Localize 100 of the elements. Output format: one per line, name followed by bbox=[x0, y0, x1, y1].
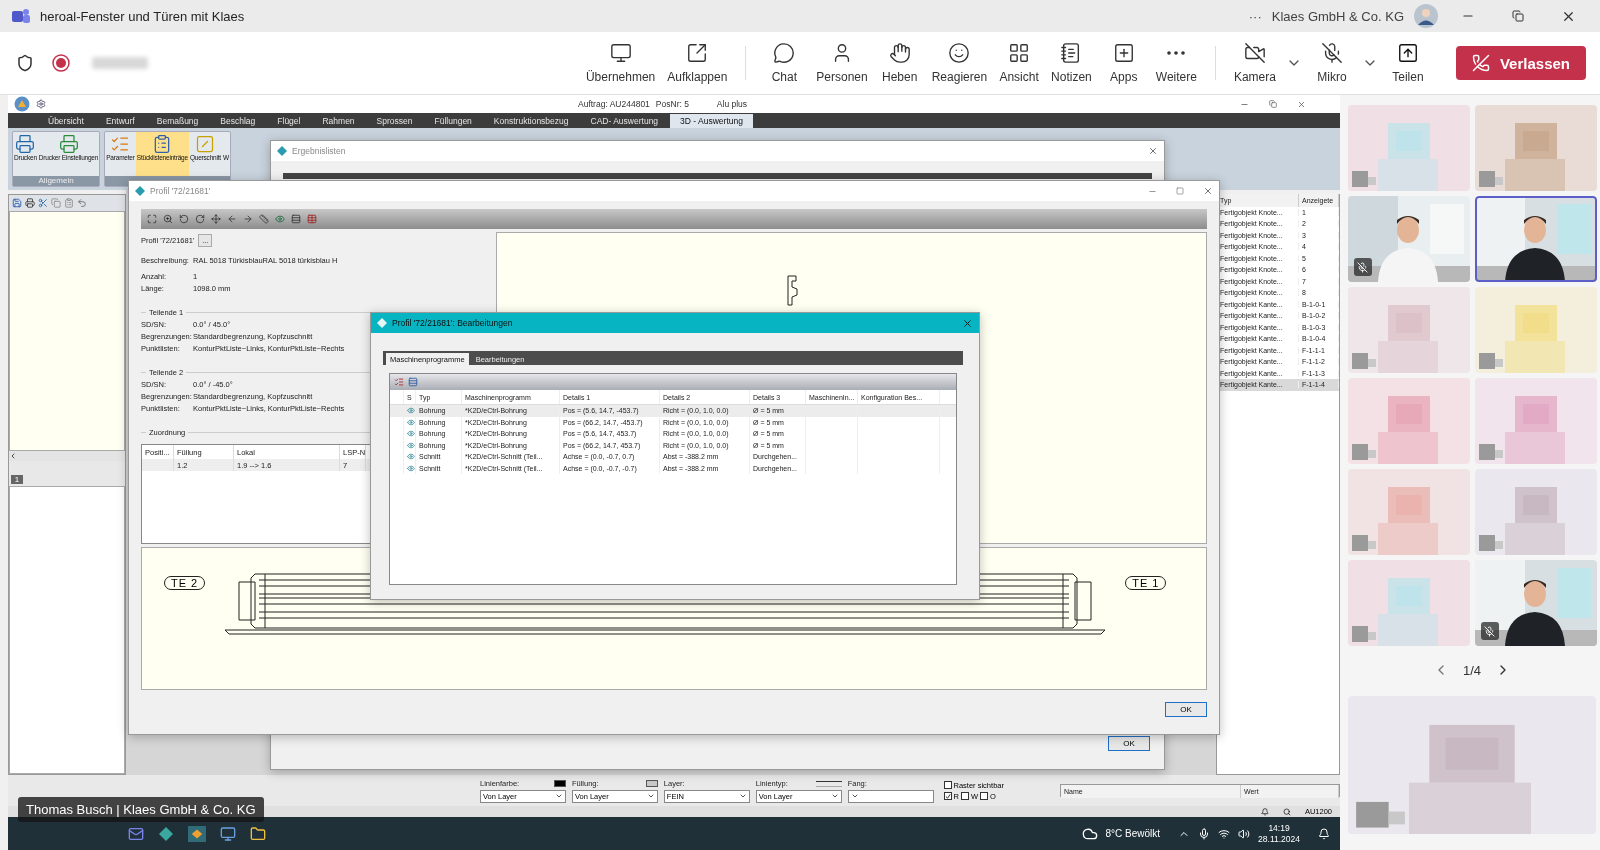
weather-text: 8°C Bewölkt bbox=[1105, 828, 1161, 839]
pop-out-button[interactable]: Aufklappen bbox=[661, 38, 734, 88]
grid-icon bbox=[1008, 42, 1031, 64]
smiley-icon bbox=[948, 42, 971, 64]
camera-off-icon bbox=[1243, 42, 1266, 64]
microphone-button[interactable]: Mikro bbox=[1305, 38, 1358, 88]
ok-button[interactable]: OK bbox=[1165, 702, 1207, 717]
copy-icon bbox=[51, 198, 61, 208]
zoom-icon bbox=[163, 214, 173, 224]
arrow-right-icon bbox=[243, 214, 253, 224]
printer-icon bbox=[25, 198, 35, 208]
notes-button[interactable]: Notizen bbox=[1045, 38, 1098, 88]
ribbon-tab[interactable]: Übersicht bbox=[38, 114, 94, 128]
restore-icon bbox=[1269, 100, 1277, 108]
pop-out-icon bbox=[686, 42, 709, 64]
window-title: heroal-Fenster und Türen mit Klaes bbox=[40, 8, 246, 24]
hang-up-icon bbox=[1471, 54, 1490, 72]
profile-section-drawing bbox=[784, 275, 799, 307]
raise-hand-button[interactable]: Heben bbox=[873, 38, 926, 88]
avatar-icon bbox=[1414, 4, 1438, 28]
save-icon bbox=[12, 198, 22, 208]
undo-icon bbox=[77, 198, 87, 208]
chevron-down-icon bbox=[646, 792, 655, 800]
ribbon-tab[interactable]: Bemaßung bbox=[146, 114, 209, 128]
camera-button[interactable]: Kamera bbox=[1227, 38, 1282, 88]
wifi-icon bbox=[1218, 827, 1231, 840]
microphone-off-icon bbox=[1320, 42, 1343, 64]
ruler-icon bbox=[259, 214, 269, 224]
paste-icon bbox=[64, 198, 74, 208]
ribbon-tab[interactable]: Füllungen bbox=[424, 114, 482, 128]
group-label: Allgemein bbox=[13, 176, 100, 186]
chat-button[interactable]: Chat bbox=[758, 38, 811, 88]
close-icon bbox=[1148, 146, 1158, 156]
more-icon bbox=[1167, 51, 1186, 55]
page-indicator: 1/4 bbox=[1462, 662, 1482, 678]
speaker-name: Thomas Busch | Klaes GmbH & Co. KG bbox=[18, 797, 264, 822]
microphone-icon bbox=[1198, 827, 1211, 840]
hand-icon bbox=[888, 42, 911, 64]
checkbox[interactable] bbox=[943, 792, 952, 800]
settings-icon bbox=[36, 99, 46, 109]
checkbox[interactable] bbox=[980, 792, 989, 800]
diamond-icon bbox=[377, 318, 387, 328]
line-sample-icon bbox=[815, 780, 842, 787]
ribbon-tab[interactable]: Flügel bbox=[267, 114, 311, 128]
bell-icon bbox=[1260, 807, 1269, 816]
ribbon-tab[interactable]: Rahmen bbox=[312, 114, 365, 128]
scissors-icon bbox=[38, 198, 48, 208]
more-button[interactable]: Weitere bbox=[1149, 38, 1203, 88]
monitor-icon bbox=[220, 825, 236, 842]
account-name: Klaes GmbH & Co. KG bbox=[1271, 8, 1404, 24]
move-icon bbox=[211, 214, 221, 224]
ribbon-tab[interactable]: Konstruktionsbezug bbox=[483, 114, 579, 128]
speaker-icon bbox=[1238, 827, 1251, 840]
position-number: PosNr: 5 bbox=[655, 99, 690, 109]
ribbon-tab[interactable]: 3D - Auswertung bbox=[670, 114, 753, 128]
list-icon bbox=[408, 377, 418, 387]
slashed-square-icon bbox=[195, 134, 216, 154]
table-icon bbox=[307, 214, 317, 224]
people-button[interactable]: Personen bbox=[810, 38, 874, 88]
sheet-tab[interactable]: 1 bbox=[11, 475, 23, 484]
folder-icon bbox=[250, 825, 266, 842]
arrow-left-icon bbox=[227, 214, 237, 224]
app-orb-icon bbox=[14, 96, 30, 112]
mail-icon bbox=[128, 825, 144, 842]
ribbon-tab[interactable]: Entwurf bbox=[95, 114, 145, 128]
checkbox[interactable] bbox=[960, 792, 969, 800]
monitor-icon bbox=[609, 42, 632, 64]
close-icon bbox=[1297, 99, 1306, 109]
take-control-button[interactable]: Übernehmen bbox=[579, 38, 662, 88]
close-icon bbox=[962, 317, 973, 329]
dialog-title: Profil '72/21681': Bearbeitungen bbox=[392, 318, 514, 328]
app-icon bbox=[188, 825, 206, 842]
more-options-button[interactable]: ··· bbox=[1248, 8, 1262, 24]
series-name: Alu plus bbox=[716, 99, 748, 109]
rotate-right-icon bbox=[195, 214, 205, 224]
printer-icon bbox=[58, 134, 79, 154]
leave-button[interactable]: Verlassen bbox=[1455, 46, 1586, 80]
view-button[interactable]: Ansicht bbox=[993, 38, 1046, 88]
rotate-left-icon bbox=[179, 214, 189, 224]
ribbon-tab[interactable]: Sprossen bbox=[366, 114, 423, 128]
chevron-left-icon bbox=[9, 452, 17, 460]
clock: 14:19 28.11.2024 bbox=[1258, 822, 1300, 845]
react-button[interactable]: Reagieren bbox=[925, 38, 994, 88]
blurred-label bbox=[92, 57, 148, 69]
window-title: Profil '72/21681' bbox=[150, 186, 212, 196]
apps-button[interactable]: Apps bbox=[1097, 38, 1150, 88]
rows-icon bbox=[291, 214, 301, 224]
microphone-off-icon bbox=[1484, 625, 1495, 637]
share-icon bbox=[1396, 42, 1419, 64]
ok-button[interactable]: OK bbox=[1108, 736, 1150, 751]
chat-icon bbox=[773, 42, 796, 64]
share-button[interactable]: Teilen bbox=[1381, 38, 1434, 88]
order-number: Auftrag: AU244801 bbox=[578, 99, 650, 109]
diamond-icon bbox=[277, 146, 287, 156]
ribbon-tab[interactable]: Beschlag bbox=[210, 114, 266, 128]
checkbox[interactable] bbox=[943, 781, 952, 789]
app-icon bbox=[158, 825, 174, 842]
dropdown[interactable] bbox=[847, 789, 934, 803]
search-icon bbox=[1282, 807, 1291, 816]
ribbon-tab[interactable]: CAD- Auswertung bbox=[580, 114, 669, 128]
